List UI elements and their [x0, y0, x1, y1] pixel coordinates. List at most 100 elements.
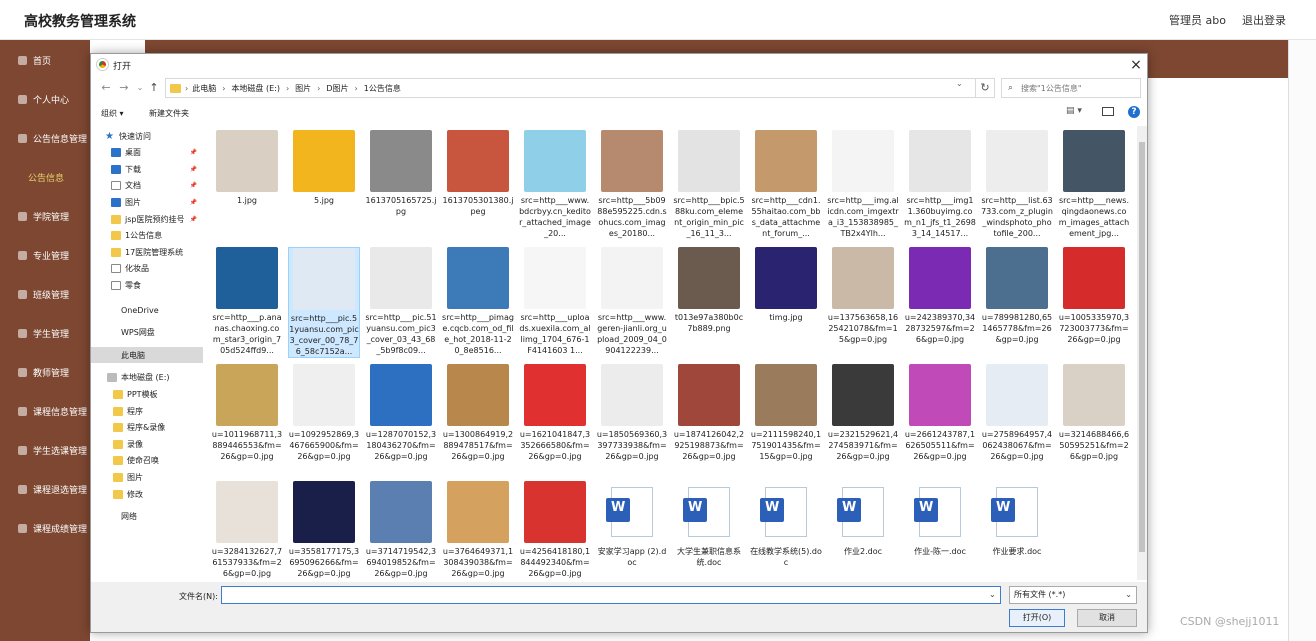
nav-item[interactable]: 网络 [91, 509, 203, 525]
file-item[interactable]: src=http___pic.51yuansu.com_pic3_cover_0… [288, 247, 360, 358]
open-button[interactable]: 打开(O) [1009, 609, 1065, 627]
sidebar-item[interactable]: 公告信息 [0, 159, 90, 195]
address-bar[interactable]: › 此电脑 › 本地磁盘 (E:) › 图片 › D图片 › 1公告信息 [165, 78, 995, 98]
file-item[interactable]: u=137563658,1625421078&fm=15&gp=0.jpg [827, 247, 899, 356]
file-item[interactable]: src=http___list.63733.com_z_plugin_winds… [981, 130, 1053, 239]
nav-item[interactable]: 零食 [91, 277, 203, 293]
file-item[interactable]: u=2758964957,4062438067&fm=26&gp=0.jpg [981, 364, 1053, 473]
file-item[interactable]: src=http___news.qingdaonews.com_images_a… [1058, 130, 1130, 239]
file-item[interactable]: src=http___pimage.cqcb.com_od_file_hot_2… [442, 247, 514, 356]
breadcrumb-item[interactable]: 此电脑 [192, 83, 216, 94]
nav-item[interactable]: 1公告信息 [91, 228, 203, 244]
file-item[interactable]: u=2321529621,4274583971&fm=26&gp=0.jpg [827, 364, 899, 473]
nav-item[interactable]: 使命召唤 [91, 453, 203, 469]
nav-item[interactable]: 程序 [91, 403, 203, 419]
sidebar-item[interactable]: 专业管理 [0, 237, 90, 273]
refresh-icon[interactable]: ↻ [975, 78, 995, 98]
file-item[interactable]: src=http___p.ananas.chaoxing.com_star3_o… [211, 247, 283, 356]
file-item[interactable]: u=242389370,3428732597&fm=26&gp=0.jpg [904, 247, 976, 356]
file-item[interactable]: 安家学习app (2).doc [596, 481, 668, 580]
nav-item[interactable]: WPS网盘 [91, 325, 203, 341]
preview-pane-icon[interactable] [1102, 107, 1114, 116]
close-icon[interactable]: × [1127, 56, 1145, 74]
nav-item[interactable]: 桌面 📌 [91, 145, 203, 161]
file-item[interactable]: u=3558177175,3695096266&fm=26&gp=0.jpg [288, 481, 360, 580]
file-item[interactable]: u=1621041847,3352666580&fm=26&gp=0.jpg [519, 364, 591, 473]
file-item[interactable]: timg.jpg [750, 247, 822, 356]
nav-item[interactable]: 化妆品 [91, 261, 203, 277]
file-item[interactable]: 作业-陈一.doc [904, 481, 976, 580]
recent-dropdown-icon[interactable]: ⌄ [133, 81, 147, 95]
file-item[interactable]: 大学生兼职信息系统.doc [673, 481, 745, 580]
nav-item[interactable]: 图片 📌 [91, 194, 203, 210]
nav-item[interactable]: 下载 📌 [91, 161, 203, 177]
nav-item[interactable]: 修改 [91, 486, 203, 502]
sidebar-item[interactable]: 个人中心 [0, 81, 90, 117]
sidebar-item[interactable]: 学生选课管理 [0, 432, 90, 468]
up-arrow-icon[interactable]: ↑ [147, 81, 161, 95]
file-item[interactable]: 作业2.doc [827, 481, 899, 580]
file-item[interactable]: u=2111598240,1751901435&fm=15&gp=0.jpg [750, 364, 822, 473]
file-item[interactable]: 1613705301380.jpeg [442, 130, 514, 239]
nav-item[interactable]: 本地磁盘 (E:) [91, 370, 203, 386]
nav-item[interactable]: 录像 [91, 436, 203, 452]
sidebar-item[interactable]: 公告信息管理 [0, 120, 90, 156]
file-item[interactable]: src=http___5b0988e595225.cdn.sohucs.com_… [596, 130, 668, 239]
file-item[interactable]: u=3284132627,761537933&fm=26&gp=0.jpg [211, 481, 283, 580]
new-folder-button[interactable]: 新建文件夹 [149, 108, 189, 119]
file-item[interactable]: u=1287070152,3180436270&fm=26&gp=0.jpg [365, 364, 437, 473]
file-item[interactable]: u=1300864919,2889478517&fm=26&gp=0.jpg [442, 364, 514, 473]
page-scrollbar[interactable] [1288, 40, 1316, 641]
file-item[interactable]: u=789981280,651465778&fm=26&gp=0.jpg [981, 247, 1053, 356]
file-item[interactable]: u=1092952869,3467665900&fm=26&gp=0.jpg [288, 364, 360, 473]
nav-item[interactable]: 此电脑 [91, 347, 203, 364]
forward-arrow-icon[interactable]: → [117, 81, 131, 95]
nav-item[interactable]: 17医院管理系统 [91, 244, 203, 260]
file-item[interactable]: u=1005335970,3723003773&fm=26&gp=0.jpg [1058, 247, 1130, 356]
file-item[interactable]: 作业要求.doc [981, 481, 1053, 580]
nav-item[interactable]: jsp医院预约挂号 📌 [91, 211, 203, 227]
scrollbar-thumb[interactable] [1139, 142, 1145, 552]
file-item[interactable]: src=http___img11.360buyimg.com_n1_jfs_t1… [904, 130, 976, 239]
file-item[interactable]: 1613705165725.jpg [365, 130, 437, 239]
file-item[interactable]: u=1850569360,3397733938&fm=26&gp=0.jpg [596, 364, 668, 473]
nav-item[interactable]: PPT模板 [91, 386, 203, 402]
organize-button[interactable]: 组织 ▾ [101, 108, 124, 119]
view-options-icon[interactable]: ▤ ▾ [1066, 106, 1082, 116]
file-item[interactable]: src=http___uploads.xuexila.com_allimg_17… [519, 247, 591, 356]
sidebar-item[interactable]: 班级管理 [0, 276, 90, 312]
filename-dropdown-icon[interactable]: ⌄ [989, 590, 996, 599]
sidebar-item[interactable]: 课程信息管理 [0, 393, 90, 429]
file-item[interactable]: t013e97a380b0c7b889.png [673, 247, 745, 356]
sidebar-item[interactable]: 首页 [0, 42, 90, 78]
file-item[interactable]: src=http___bpic.588ku.com_element_origin… [673, 130, 745, 239]
breadcrumb-item[interactable]: 1公告信息 [364, 83, 401, 94]
sidebar-item[interactable]: 课程退选管理 [0, 471, 90, 507]
nav-item[interactable]: 程序&录像 [91, 420, 203, 436]
nav-item[interactable]: 文档 📌 [91, 178, 203, 194]
file-item[interactable]: u=3214688466,650595251&fm=26&gp=0.jpg [1058, 364, 1130, 473]
address-dropdown-icon[interactable]: ⌄ [956, 79, 963, 88]
filename-input[interactable] [221, 586, 1001, 604]
search-input[interactable]: ⌕ 搜索"1公告信息" [1001, 78, 1141, 98]
file-item[interactable]: u=1011968711,3889446553&fm=26&gp=0.jpg [211, 364, 283, 473]
sidebar-item[interactable]: 课程成绩管理 [0, 510, 90, 546]
file-item[interactable]: u=3764649371,1308439038&fm=26&gp=0.jpg [442, 481, 514, 580]
file-item[interactable]: src=http___img.alicdn.com_imgextra_i3_15… [827, 130, 899, 239]
file-item[interactable]: src=http___www.bdcrbyy.cn_keditor_attach… [519, 130, 591, 239]
sidebar-item[interactable]: 学生管理 [0, 315, 90, 351]
sidebar-item[interactable]: 学院管理 [0, 198, 90, 234]
nav-item[interactable]: 图片 [91, 469, 203, 485]
file-list-scrollbar[interactable] [1137, 126, 1147, 580]
logout-link[interactable]: 退出登录 [1242, 12, 1286, 28]
cancel-button[interactable]: 取消 [1077, 609, 1137, 627]
file-item[interactable]: 1.jpg [211, 130, 283, 239]
file-item[interactable]: u=3714719542,3694019852&fm=26&gp=0.jpg [365, 481, 437, 580]
file-item[interactable]: u=4256418180,1844492340&fm=26&gp=0.jpg [519, 481, 591, 580]
filetype-select[interactable]: 所有文件 (*.*) ⌄ [1009, 586, 1137, 604]
file-item[interactable]: u=2661243787,1626505511&fm=26&gp=0.jpg [904, 364, 976, 473]
file-item[interactable]: src=http___cdn1.55haitao.com_bbs_data_at… [750, 130, 822, 239]
file-item[interactable]: src=http___www.geren-jianli.org_upload_2… [596, 247, 668, 356]
file-item[interactable]: u=1874126042,2925198873&fm=26&gp=0.jpg [673, 364, 745, 473]
nav-item[interactable]: OneDrive [91, 302, 203, 318]
